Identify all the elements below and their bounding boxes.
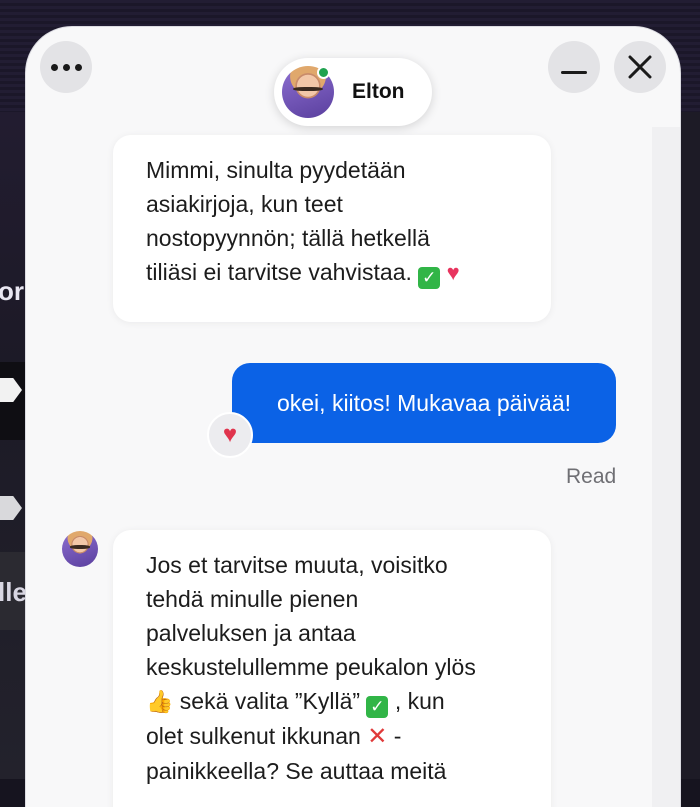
message-line: Jos et tarvitse muuta, voisitko [146, 552, 448, 578]
message-line: asiakirjoja, kun teet [146, 191, 343, 217]
minimize-button[interactable] [548, 41, 600, 93]
message-line: painikkeella? Se auttaa meitä [146, 758, 447, 784]
menu-button[interactable] [40, 41, 92, 93]
chat-widget: Elton Mimmi, sinulta pyydetään asiakirjo… [26, 27, 680, 807]
message-text: okei, kiitos! Mukavaa päivää! [276, 389, 572, 416]
agent-avatar-small [62, 531, 98, 567]
background-text-fragment: lle [0, 577, 27, 607]
cross-mark-icon: ✕ [367, 723, 388, 750]
message-list-scrollbar[interactable] [652, 127, 680, 807]
message-line: 👍 sekä valita ”Kyllä” ✓ , kun [146, 684, 521, 719]
message-line: tiliäsi ei tarvitse vahvistaa. ✓ ♥ [146, 255, 521, 290]
more-horizontal-icon [50, 63, 82, 71]
thumbs-up-icon: 👍 [146, 689, 174, 714]
agent-header: Elton [274, 58, 432, 126]
user-message-bubble: okei, kiitos! Mukavaa päivää! [232, 363, 616, 443]
heart-reaction-icon[interactable]: ♥ [207, 412, 253, 458]
check-mark-icon: ✓ [366, 696, 389, 718]
minimize-icon [561, 70, 587, 74]
message-line: Mimmi, sinulta pyydetään [146, 157, 406, 183]
message-text: sekä valita ”Kyllä” [179, 688, 361, 714]
message-line: palveluksen ja antaa [146, 620, 356, 646]
message-line: olet sulkenut ikkunan ✕ - [146, 719, 521, 754]
message-text: , kun [394, 688, 445, 714]
agent-name: Elton [352, 80, 405, 103]
message-line: nostopyynnön; tällä hetkellä [146, 225, 430, 251]
message-line: keskustelullemme peukalon ylös [146, 654, 476, 680]
agent-message-bubble: Jos et tarvitse muuta, voisitko tehdä mi… [113, 530, 551, 807]
message-line: tehdä minulle pienen [146, 586, 359, 612]
close-icon [628, 55, 652, 79]
message-text: - [393, 723, 402, 749]
message-text: tiliäsi ei tarvitse vahvistaa. [146, 259, 412, 285]
check-mark-icon: ✓ [418, 267, 441, 289]
online-status-indicator [317, 66, 330, 79]
read-receipt: Read [566, 465, 617, 488]
close-button[interactable] [614, 41, 666, 93]
message-text: olet sulkenut ikkunan [146, 723, 368, 749]
agent-message-bubble: Mimmi, sinulta pyydetään asiakirjoja, ku… [113, 135, 551, 322]
sparkling-heart-icon: ♥ [446, 260, 460, 285]
